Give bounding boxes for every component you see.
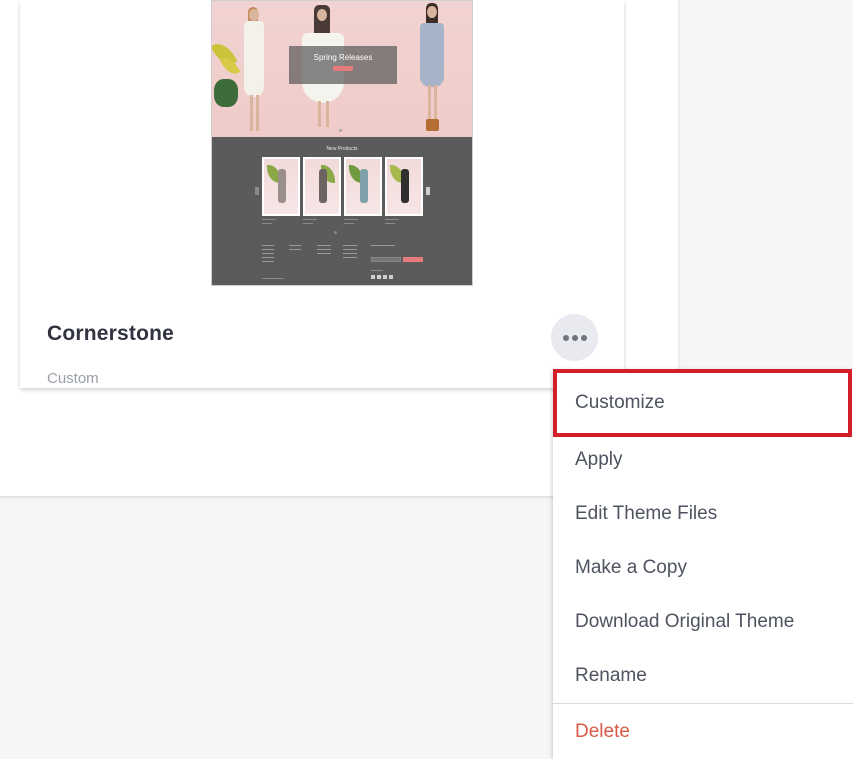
ellipsis-horizontal-icon: [562, 334, 569, 341]
theme-name: Cornerstone: [47, 322, 175, 345]
product-tile: [385, 157, 423, 216]
theme-thumbnail[interactable]: Spring Releases New Products: [211, 0, 473, 286]
hero-shop-button: [333, 66, 353, 71]
hero-overlay: Spring Releases: [289, 46, 397, 84]
menu-item-make-a-copy[interactable]: Make a Copy: [553, 541, 853, 595]
hero-title: Spring Releases: [313, 53, 373, 62]
carousel-next-icon: [426, 187, 430, 195]
menu-item-download-original-theme[interactable]: Download Original Theme: [553, 595, 853, 649]
menu-item-customize[interactable]: Customize: [553, 369, 852, 437]
menu-divider: [553, 703, 853, 704]
thumbnail-hero-banner: Spring Releases: [212, 1, 472, 137]
plant-pot: [214, 79, 238, 107]
menu-item-rename[interactable]: Rename: [553, 649, 853, 703]
product-tile: [262, 157, 300, 216]
theme-type-label: Custom: [47, 370, 99, 387]
product-tile: [303, 157, 341, 216]
product-tile: [344, 157, 382, 216]
menu-item-delete[interactable]: Delete: [553, 705, 853, 759]
menu-item-apply[interactable]: Apply: [553, 433, 853, 487]
thumbnail-products-section: New Products: [212, 137, 472, 285]
more-options-button[interactable]: [551, 314, 598, 361]
carousel-prev-icon: [255, 187, 259, 195]
new-products-title: New Products: [326, 146, 358, 152]
menu-item-edit-theme-files[interactable]: Edit Theme Files: [553, 487, 853, 541]
theme-options-menu: Customize Apply Edit Theme Files Make a …: [553, 369, 853, 759]
